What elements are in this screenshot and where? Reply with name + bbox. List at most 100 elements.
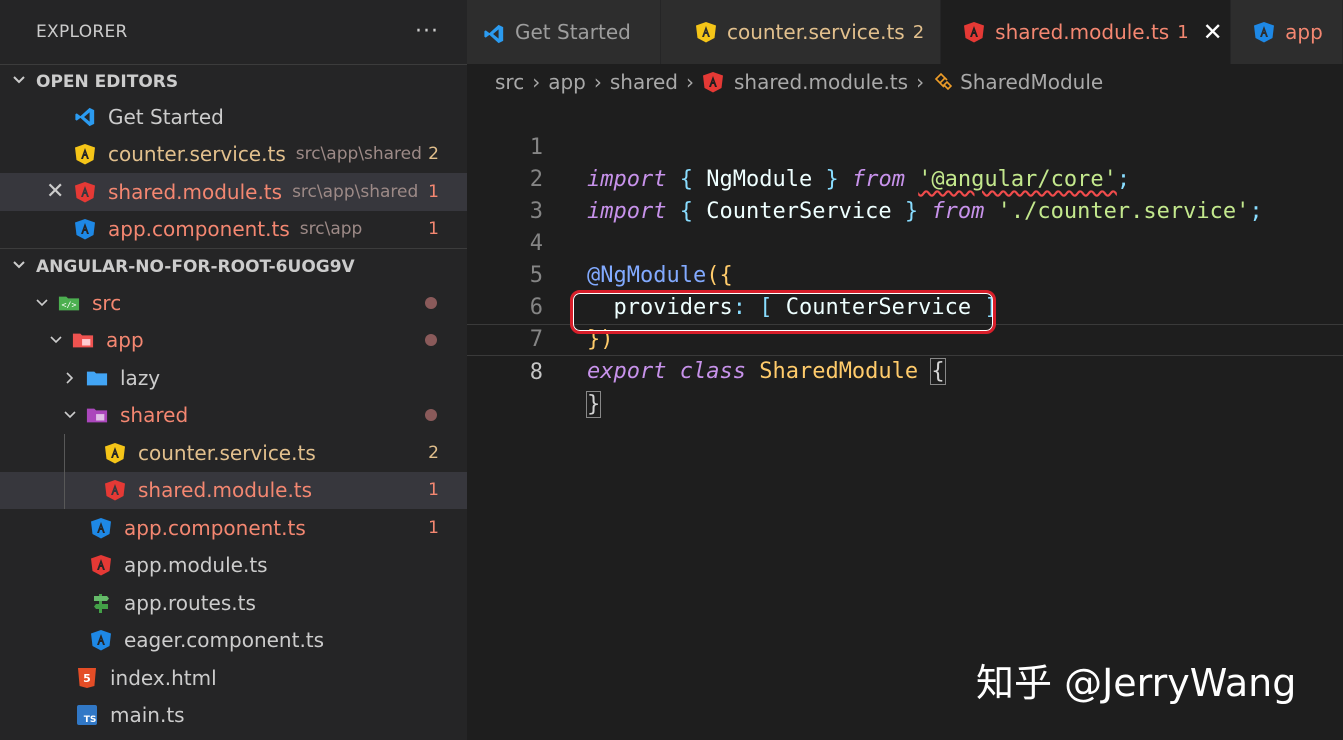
problem-count-badge: 1 bbox=[428, 219, 439, 240]
tree-file-app-module[interactable]: app.module.ts bbox=[0, 547, 467, 585]
tab-get-started[interactable]: Get Started bbox=[467, 0, 661, 64]
angular-component-icon bbox=[1253, 21, 1275, 43]
close-icon[interactable]: ✕ bbox=[1203, 18, 1223, 46]
close-icon[interactable]: ✕ bbox=[46, 179, 64, 204]
open-editor-path: src\app bbox=[299, 219, 363, 240]
open-editor-path: src\app\shared bbox=[292, 181, 419, 202]
angular-component-icon bbox=[90, 517, 112, 539]
highlight-annotation-box bbox=[570, 290, 996, 334]
code-text: } bbox=[585, 389, 602, 421]
breadcrumb-item[interactable]: src bbox=[495, 70, 524, 94]
tree-folder-shared[interactable]: shared bbox=[0, 397, 467, 435]
problem-count-badge: 1 bbox=[428, 181, 439, 202]
tab-app-component[interactable]: app bbox=[1231, 0, 1343, 64]
tree-file-app-component[interactable]: app.component.ts 1 bbox=[0, 509, 467, 547]
explorer-title: EXPLORER bbox=[36, 22, 128, 42]
breadcrumb-item[interactable]: SharedModule bbox=[960, 70, 1103, 94]
token-brace: { bbox=[930, 358, 946, 385]
modified-dot bbox=[425, 296, 437, 309]
tree-file-eager-component[interactable]: eager.component.ts bbox=[0, 622, 467, 660]
tree-folder-lazy[interactable]: lazy bbox=[0, 359, 467, 397]
chevron-down-icon bbox=[46, 333, 66, 347]
breadcrumb-item[interactable]: app bbox=[548, 70, 586, 94]
tree-folder-src[interactable]: </> src bbox=[0, 284, 467, 322]
tree-item-label: app.routes.ts bbox=[124, 590, 256, 615]
angular-component-icon bbox=[90, 629, 112, 651]
editor-tabs: Get Started counter.service.ts 2 shared.… bbox=[467, 0, 1343, 64]
tab-label: shared.module.ts bbox=[995, 20, 1170, 44]
tree-item-label: eager.component.ts bbox=[124, 628, 325, 653]
tree-item-label: app bbox=[106, 328, 144, 353]
class-symbol-icon bbox=[932, 71, 954, 93]
token-keyword: class bbox=[679, 359, 746, 384]
angular-component-icon bbox=[74, 218, 96, 240]
tree-item-label: shared.module.ts bbox=[138, 478, 313, 503]
tree-file-shared-module[interactable]: shared.module.ts 1 bbox=[0, 471, 467, 509]
problem-count-badge: 1 bbox=[428, 480, 439, 501]
more-actions-button[interactable]: ··· bbox=[415, 21, 439, 43]
typescript-icon: TS bbox=[76, 704, 98, 726]
token-brace: } bbox=[585, 391, 602, 418]
breadcrumb-separator: › bbox=[686, 70, 694, 94]
tree-file-main-ts[interactable]: TS main.ts bbox=[0, 697, 467, 735]
angular-module-icon bbox=[104, 479, 126, 501]
shared-folder-icon bbox=[86, 404, 108, 426]
tab-counter-service[interactable]: counter.service.ts 2 bbox=[660, 0, 942, 64]
folder-icon bbox=[86, 367, 108, 389]
angular-service-icon bbox=[74, 143, 96, 165]
code-line: 2 import { CounterService } from './coun… bbox=[467, 132, 1343, 224]
src-folder-icon: </> bbox=[58, 292, 80, 314]
problem-count-badge: 1 bbox=[1177, 21, 1189, 43]
vscode-icon bbox=[74, 106, 96, 128]
chevron-down-icon bbox=[12, 257, 36, 277]
chevron-down-icon bbox=[60, 408, 80, 422]
app-folder-icon bbox=[72, 329, 94, 351]
open-editor-label: Get Started bbox=[108, 104, 224, 129]
tab-label: Get Started bbox=[515, 20, 631, 44]
tree-folder-app[interactable]: app bbox=[0, 322, 467, 360]
angular-module-icon bbox=[74, 181, 96, 203]
breadcrumb: src › app › shared › shared.module.ts › … bbox=[467, 64, 1343, 100]
tree-file-index-html[interactable]: 5 index.html bbox=[0, 659, 467, 697]
indent-guide bbox=[64, 471, 65, 509]
tree-item-label: lazy bbox=[120, 365, 161, 390]
modified-dot bbox=[425, 334, 437, 347]
problem-count-badge: 2 bbox=[428, 144, 439, 165]
tree-file-app-routes[interactable]: app.routes.ts bbox=[0, 584, 467, 622]
svg-text:TS: TS bbox=[84, 715, 97, 725]
code-text: export class SharedModule { bbox=[587, 356, 946, 388]
breadcrumb-item[interactable]: shared bbox=[610, 70, 678, 94]
chevron-down-icon bbox=[32, 296, 52, 310]
vscode-icon bbox=[483, 21, 505, 44]
indent-guide bbox=[64, 434, 65, 472]
code-line: 1 import { NgModule } from '@angular/cor… bbox=[467, 100, 1343, 192]
project-title: ANGULAR-NO-FOR-ROOT-6UOG9V bbox=[36, 256, 355, 277]
breadcrumb-item[interactable]: shared.module.ts bbox=[734, 70, 908, 94]
tree-file-counter-service[interactable]: counter.service.ts 2 bbox=[0, 434, 467, 472]
code-line: 3 bbox=[467, 164, 1343, 224]
open-editors-header[interactable]: OPEN EDITORS bbox=[0, 64, 467, 98]
open-editor-item[interactable]: Get Started bbox=[0, 98, 467, 136]
problem-count-badge: 2 bbox=[428, 442, 439, 463]
code-editor[interactable]: 1 import { NgModule } from '@angular/cor… bbox=[467, 100, 1343, 740]
code-line: 6 }) bbox=[467, 260, 1343, 352]
tab-shared-module[interactable]: shared.module.ts 1 ✕ bbox=[941, 0, 1232, 64]
tab-label: counter.service.ts bbox=[726, 20, 905, 44]
open-editor-item[interactable]: counter.service.ts src\app\shared 2 bbox=[0, 136, 467, 174]
code-line: 5 providers: [ CounterService ] bbox=[467, 228, 1343, 320]
angular-module-icon bbox=[90, 554, 112, 576]
watermark: 知乎 @JerryWang bbox=[976, 661, 1297, 705]
chevron-right-icon bbox=[60, 371, 80, 385]
open-editor-label: counter.service.ts bbox=[108, 142, 286, 167]
problem-count-badge: 1 bbox=[428, 517, 439, 538]
routes-icon bbox=[90, 592, 112, 614]
project-header[interactable]: ANGULAR-NO-FOR-ROOT-6UOG9V bbox=[0, 248, 467, 284]
open-editor-item[interactable]: app.component.ts src\app 1 bbox=[0, 211, 467, 249]
token-keyword: export bbox=[587, 359, 667, 384]
svg-text:5: 5 bbox=[83, 672, 91, 685]
tab-label: app bbox=[1285, 20, 1323, 44]
open-editor-item[interactable]: ✕ shared.module.ts src\app\shared 1 bbox=[0, 173, 467, 211]
code-line: 4 @NgModule({ bbox=[467, 196, 1343, 288]
